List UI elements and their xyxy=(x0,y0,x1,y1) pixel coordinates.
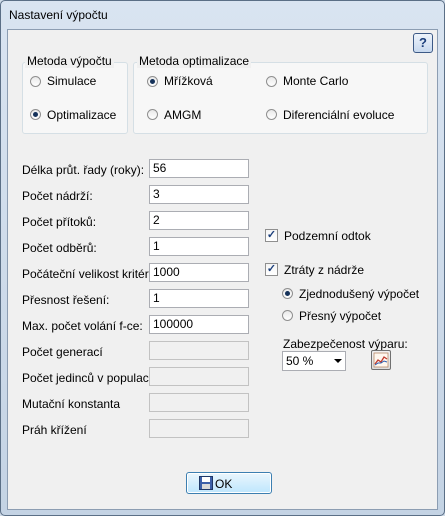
chevron-down-icon xyxy=(334,359,342,363)
help-icon: ? xyxy=(419,35,427,50)
radio-presny-vypocet[interactable] xyxy=(282,310,293,321)
zabezpecenost-vyparu-select[interactable]: 50 % xyxy=(282,351,346,371)
radio-optimalizace-label[interactable]: Optimalizace xyxy=(47,108,116,122)
radio-amgm-label[interactable]: AMGM xyxy=(164,108,201,122)
floppy-disk-icon xyxy=(199,476,213,490)
input-pocet-jedincu[interactable] xyxy=(149,367,249,386)
field-label-presnost-reseni: Přesnost řešení: xyxy=(22,293,110,307)
input-max-pocet-volani[interactable]: 100000 xyxy=(149,315,249,334)
input-delka-rady[interactable]: 56 xyxy=(149,159,249,178)
radio-diferencialni-evoluce[interactable] xyxy=(266,109,277,120)
input-pocatecni-velikost-kriteria[interactable]: 1000 xyxy=(149,263,249,282)
checkbox-podzemni-odtok[interactable]: ✓ xyxy=(265,229,278,242)
optim-group xyxy=(133,62,428,134)
optim-group-legend: Metoda optimalizace xyxy=(137,54,252,68)
ok-button[interactable]: OK xyxy=(186,472,272,494)
input-prah-krizeni[interactable] xyxy=(149,419,249,438)
zabezpecenost-vyparu-value: 50 % xyxy=(286,354,314,368)
radio-simulace[interactable] xyxy=(30,76,41,87)
field-label-pocatecni-velikost-kriteria: Počáteční velikost kritéria: xyxy=(22,267,162,281)
radio-optimalizace[interactable] xyxy=(30,109,41,120)
field-label-pocet-generaci: Počet generací xyxy=(22,345,103,359)
help-button[interactable]: ? xyxy=(413,33,433,53)
field-label-pocet-jedincu: Počet jedinců v populaci xyxy=(22,371,152,385)
method-group xyxy=(22,62,128,134)
window-title: Nastavení výpočtu xyxy=(9,8,108,22)
input-pocet-nadrzi[interactable]: 3 xyxy=(149,185,249,204)
input-mutacni-konstanta[interactable] xyxy=(149,393,249,412)
field-label-mutacni-konstanta: Mutační konstanta xyxy=(22,397,121,411)
radio-amgm[interactable] xyxy=(147,109,158,120)
radio-mrizkova[interactable] xyxy=(147,76,158,87)
field-label-pocet-nadrzi: Počet nádrží: xyxy=(22,189,93,203)
input-pocet-pritoku[interactable]: 2 xyxy=(149,211,249,230)
input-presnost-reseni[interactable]: 1 xyxy=(149,289,249,308)
method-group-legend: Metoda výpočtu xyxy=(25,54,114,68)
field-label-prah-krizeni: Práh křížení xyxy=(22,423,87,437)
chart-icon xyxy=(373,352,389,368)
radio-monte-carlo-label[interactable]: Monte Carlo xyxy=(283,74,348,88)
radio-zjednoduseny-vypocet[interactable] xyxy=(282,288,293,299)
field-label-pocet-odberu: Počet odběrů: xyxy=(22,241,97,255)
zabezpecenost-vyparu-label: Zabezpečenost výparu: xyxy=(283,337,408,351)
input-pocet-generaci[interactable] xyxy=(149,341,249,360)
radio-presny-vypocet-label[interactable]: Přesný výpočet xyxy=(299,309,381,323)
ok-button-label: OK xyxy=(215,477,233,491)
radio-monte-carlo[interactable] xyxy=(266,76,277,87)
radio-diferencialni-evoluce-label[interactable]: Diferenciální evoluce xyxy=(283,108,394,122)
checkbox-ztraty-z-nadrze[interactable]: ✓ xyxy=(265,263,278,276)
field-label-pocet-pritoku: Počet přítoků: xyxy=(22,215,97,229)
chart-button[interactable] xyxy=(371,350,391,370)
checkbox-podzemni-odtok-label[interactable]: Podzemní odtok xyxy=(284,229,371,243)
radio-zjednoduseny-vypocet-label[interactable]: Zjednodušený výpočet xyxy=(299,287,419,301)
radio-simulace-label[interactable]: Simulace xyxy=(47,74,96,88)
field-label-delka-rady: Délka průt. řady (roky): xyxy=(22,163,145,177)
input-pocet-odberu[interactable]: 1 xyxy=(149,237,249,256)
checkbox-ztraty-z-nadrze-label[interactable]: Ztráty z nádrže xyxy=(284,263,364,277)
field-label-max-pocet-volani: Max. počet volání f-ce: xyxy=(22,319,143,333)
radio-mrizkova-label[interactable]: Mřížková xyxy=(164,74,213,88)
